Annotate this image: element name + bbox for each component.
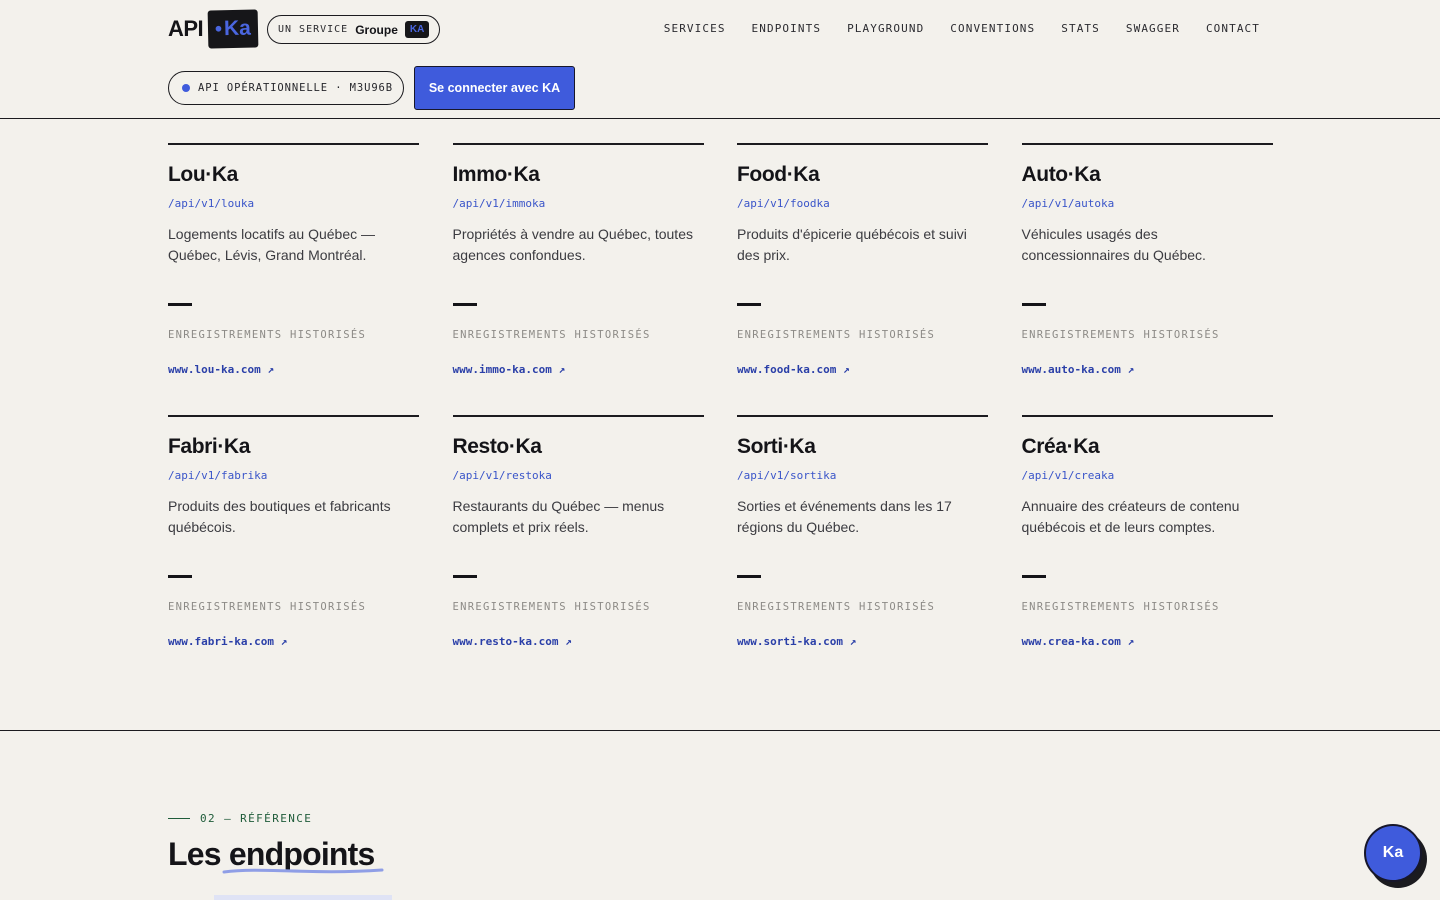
service-description: Annuaire des créateurs de contenu québéc… [1021, 498, 1240, 535]
service-name: Fabri·Ka [168, 435, 250, 458]
service-pill-prefix: UN SERVICE [278, 24, 349, 35]
nav-contact[interactable]: CONTACT [1206, 22, 1260, 35]
service-website-link[interactable]: www.auto-ka.com ↗ [1022, 363, 1135, 376]
service-name: Auto·Ka [1021, 163, 1101, 186]
service-website-link[interactable]: www.resto-ka.com ↗ [453, 635, 572, 648]
service-website-link[interactable]: www.fabri-ka.com ↗ [168, 635, 287, 648]
service-description: Restaurants du Québec — menus complets e… [452, 498, 665, 535]
record-count-label: ENREGISTREMENTS HISTORISÉS [452, 329, 651, 341]
record-count-label: ENREGISTREMENTS HISTORISÉS [737, 601, 936, 613]
service-card-immoka: Immo·Ka /api/v1/immoka Propriétés à vend… [452, 143, 704, 415]
record-count-placeholder [452, 575, 477, 578]
service-website-link[interactable]: www.sorti-ka.com ↗ [737, 635, 856, 648]
services-grid: Lou·Ka /api/v1/louka Logements locatifs … [168, 143, 1273, 687]
service-endpoint-path: /api/v1/louka [168, 197, 255, 210]
ka-chat-button[interactable]: Ka [1364, 824, 1422, 882]
service-endpoint-path: /api/v1/foodka [737, 197, 830, 210]
logo-dot: • [214, 17, 223, 40]
service-description: Propriétés à vendre au Québec, toutes ag… [452, 226, 693, 263]
record-count-placeholder [452, 303, 477, 306]
record-count-label: ENREGISTREMENTS HISTORISÉS [1021, 329, 1220, 341]
logo-ka-box: • Ka [207, 9, 259, 49]
record-count-label: ENREGISTREMENTS HISTORISÉS [737, 329, 936, 341]
login-with-ka-button[interactable]: Se connecter avec KA [414, 66, 575, 110]
record-count-placeholder [168, 575, 192, 578]
service-description: Produits des boutiques et fabricants qué… [168, 498, 391, 535]
service-website-link[interactable]: www.lou-ka.com ↗ [168, 363, 274, 376]
record-count-placeholder [168, 303, 192, 306]
record-count-placeholder [1021, 303, 1046, 306]
title-squiggle-underline [222, 868, 384, 874]
record-count-label: ENREGISTREMENTS HISTORISÉS [1021, 601, 1220, 613]
service-card-sortika: Sorti·Ka /api/v1/sortika Sorties et évén… [737, 415, 988, 687]
service-description: Logements locatifs au Québec — Québec, L… [168, 226, 376, 263]
service-name: Créa·Ka [1021, 435, 1100, 458]
nav-conventions[interactable]: CONVENTIONS [950, 22, 1035, 35]
service-website-link[interactable]: www.crea-ka.com ↗ [1022, 635, 1135, 648]
service-endpoint-path: /api/v1/immoka [452, 197, 546, 210]
nav-endpoints[interactable]: ENDPOINTS [752, 22, 822, 35]
logo-api-text: API [168, 16, 204, 41]
section-eyebrow: 02 — RÉFÉRENCE [168, 812, 312, 825]
nav-playground[interactable]: PLAYGROUND [847, 22, 924, 35]
record-count-label: ENREGISTREMENTS HISTORISÉS [168, 601, 367, 613]
service-description: Sorties et événements dans les 17 région… [737, 498, 952, 535]
nav-services[interactable]: SERVICES [664, 22, 726, 35]
service-card-creaka: Créa·Ka /api/v1/creaka Annuaire des créa… [1021, 415, 1273, 687]
record-count-placeholder [1021, 575, 1046, 578]
service-name: Resto·Ka [452, 435, 542, 458]
service-endpoint-path: /api/v1/autoka [1021, 197, 1115, 210]
service-endpoint-path: /api/v1/restoka [452, 469, 552, 482]
service-pill: UN SERVICE Groupe KA [267, 15, 441, 44]
record-count-placeholder [737, 575, 761, 578]
service-card-fabrika: Fabri·Ka /api/v1/fabrika Produits des bo… [168, 415, 419, 687]
service-website-link[interactable]: www.food-ka.com ↗ [737, 363, 850, 376]
logo[interactable]: API • Ka [168, 9, 259, 49]
service-card-louka: Lou·Ka /api/v1/louka Logements locatifs … [168, 143, 419, 415]
service-endpoint-path: /api/v1/creaka [1021, 469, 1115, 482]
site-header: API • Ka UN SERVICE Groupe KA SERVICES E… [0, 0, 1440, 119]
service-endpoint-path: /api/v1/fabrika [168, 469, 268, 482]
logo-ka-text: Ka [223, 16, 252, 41]
service-card-restoka: Resto·Ka /api/v1/restoka Restaurants du … [452, 415, 704, 687]
api-status-text: API OPÉRATIONNELLE · M3U96B [198, 82, 393, 94]
record-count-placeholder [737, 303, 761, 306]
service-description: Véhicules usagés des concessionnaires du… [1021, 226, 1206, 263]
service-card-autoka: Auto·Ka /api/v1/autoka Véhicules usagés … [1021, 143, 1273, 415]
service-pill-groupe: Groupe [355, 22, 398, 37]
service-endpoint-path: /api/v1/sortika [737, 469, 837, 482]
service-card-foodka: Food·Ka /api/v1/foodka Produits d'épicer… [737, 143, 988, 415]
nav-stats[interactable]: STATS [1061, 22, 1100, 35]
service-pill-ka-badge: KA [404, 21, 430, 38]
nav-swagger[interactable]: SWAGGER [1126, 22, 1180, 35]
section-divider [0, 730, 1440, 731]
service-name: Lou·Ka [168, 163, 238, 186]
service-name: Sorti·Ka [737, 435, 816, 458]
status-dot-icon [182, 84, 190, 92]
eyebrow-line [168, 817, 190, 820]
service-name: Immo·Ka [452, 163, 540, 186]
service-name: Food·Ka [737, 163, 820, 186]
section-title-plain: Les [168, 836, 222, 872]
record-count-label: ENREGISTREMENTS HISTORISÉS [452, 601, 651, 613]
eyebrow-text: 02 — RÉFÉRENCE [200, 812, 313, 825]
next-content-peek [214, 895, 392, 900]
service-description: Produits d'épicerie québécois et suivi d… [737, 226, 967, 263]
service-website-link[interactable]: www.immo-ka.com ↗ [453, 363, 566, 376]
record-count-label: ENREGISTREMENTS HISTORISÉS [168, 329, 367, 341]
api-status-pill: API OPÉRATIONNELLE · M3U96B [168, 71, 404, 105]
main-nav: SERVICES ENDPOINTS PLAYGROUND CONVENTION… [664, 22, 1260, 35]
